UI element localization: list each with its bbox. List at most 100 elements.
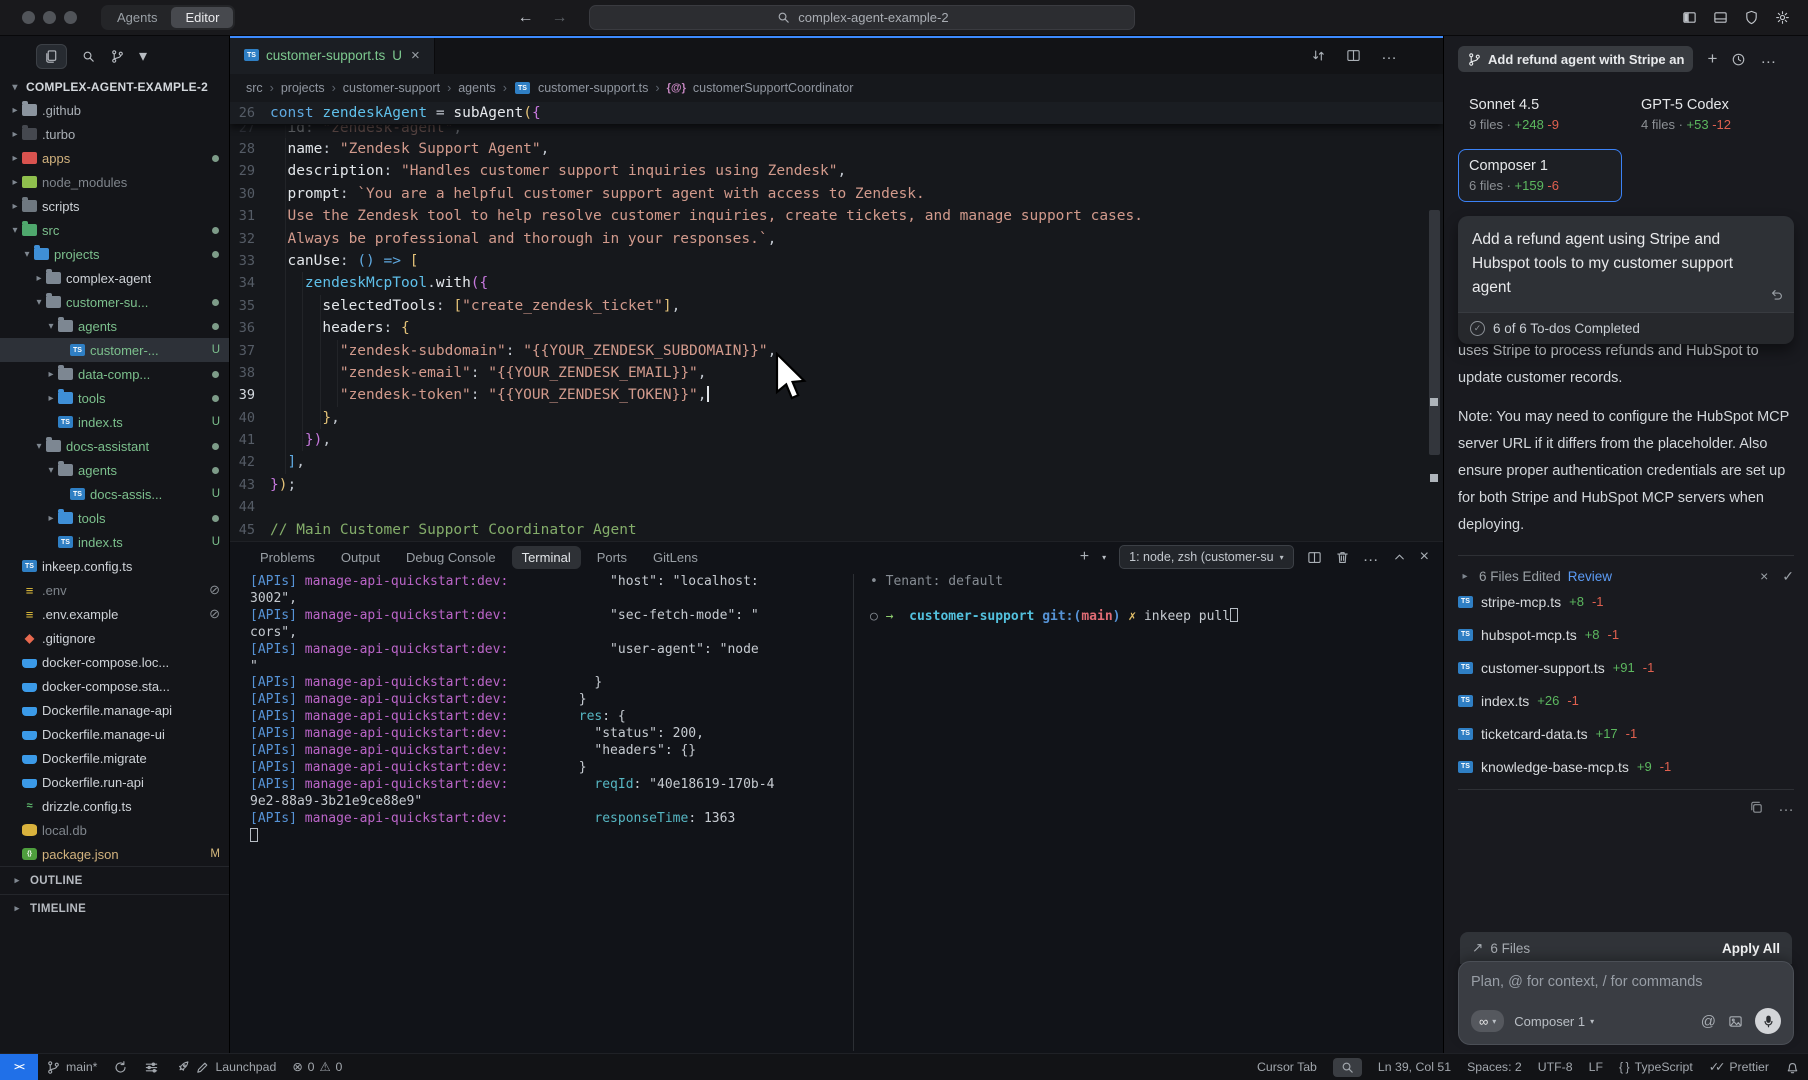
code-line[interactable]: 27 id: "zendesk-agent", — [230, 125, 1443, 138]
edited-file-row[interactable]: TSindex.ts+26-1 — [1458, 684, 1794, 717]
panel-tab-output[interactable]: Output — [331, 546, 390, 569]
editor-tab[interactable]: TS customer-support.ts U × — [230, 36, 435, 74]
tree-item[interactable]: ▸scripts — [0, 194, 229, 218]
code-line[interactable]: 36 headers: { — [230, 317, 1443, 339]
cursor-position-item[interactable]: Ln 39, Col 51 — [1370, 1054, 1459, 1080]
close-icon[interactable]: × — [411, 47, 420, 64]
project-root-row[interactable]: ▾ COMPLEX-AGENT-EXAMPLE-2 — [0, 76, 229, 98]
tree-item[interactable]: Dockerfile.migrate — [0, 746, 229, 770]
tree-item[interactable]: ▾projects — [0, 242, 229, 266]
tree-item[interactable]: ▸.github — [0, 98, 229, 122]
sidebar-section-outline[interactable]: ▸OUTLINE — [0, 866, 229, 894]
zoom-indicator[interactable] — [1333, 1058, 1362, 1077]
kill-terminal-icon[interactable] — [1335, 550, 1350, 565]
more-actions-icon[interactable]: … — [1778, 798, 1794, 816]
traffic-light-minimize[interactable] — [43, 11, 56, 24]
code-line[interactable]: 31 Use the Zendesk tool to help resolve … — [230, 205, 1443, 227]
sidebar-search-icon[interactable] — [81, 49, 96, 64]
close-panel-icon[interactable]: × — [1420, 548, 1429, 566]
tree-item[interactable]: ▸apps — [0, 146, 229, 170]
history-icon[interactable] — [1731, 52, 1746, 67]
code-line[interactable]: 33 canUse: () => [ — [230, 250, 1443, 272]
chevron-down-icon[interactable]: ▾ — [1102, 553, 1106, 562]
tree-item[interactable]: Dockerfile.manage-ui — [0, 722, 229, 746]
mode-select[interactable]: ∞ ▾ — [1471, 1010, 1504, 1032]
terminal-pane-divider[interactable] — [853, 574, 854, 1051]
panel-tab-gitlens[interactable]: GitLens — [643, 546, 708, 569]
chat-thread-title[interactable]: Add refund agent with Stripe an — [1458, 46, 1693, 72]
panel-tab-problems[interactable]: Problems — [250, 546, 325, 569]
tab-agents[interactable]: Agents — [103, 7, 171, 28]
problems-item[interactable]: ⊗ 0 ⚠ 0 — [284, 1054, 350, 1080]
back-icon[interactable]: ← — [517, 9, 533, 27]
user-message[interactable]: Add a refund agent using Stripe and Hubs… — [1458, 216, 1794, 312]
code-line[interactable]: 39 "zendesk-token": "{{YOUR_ZENDESK_TOKE… — [230, 384, 1443, 406]
settings-gear-icon[interactable] — [1775, 10, 1790, 25]
edited-file-row[interactable]: TShubspot-mcp.ts+8-1 — [1458, 618, 1794, 651]
code-line[interactable]: 37 "zendesk-subdomain": "{{YOUR_ZENDESK_… — [230, 340, 1443, 362]
code-line[interactable]: 42 ], — [230, 451, 1443, 473]
code-line[interactable]: 35 selectedTools: ["create_zendesk_ticke… — [230, 295, 1443, 317]
traffic-light-close[interactable] — [22, 11, 35, 24]
restore-checkpoint-icon[interactable] — [1769, 287, 1784, 302]
tree-item[interactable]: TSinkeep.config.ts — [0, 554, 229, 578]
code-line[interactable]: 38 "zendesk-email": "{{YOUR_ZENDESK_EMAI… — [230, 362, 1443, 384]
accept-all-icon[interactable]: ✓ — [1782, 568, 1794, 585]
indentation-item[interactable]: Spaces: 2 — [1459, 1054, 1530, 1080]
tree-item[interactable]: ▸node_modules — [0, 170, 229, 194]
tree-item[interactable]: local.db — [0, 818, 229, 842]
more-actions-icon[interactable]: … — [1363, 548, 1379, 566]
split-editor-icon[interactable] — [1346, 48, 1361, 63]
new-terminal-icon[interactable]: + — [1080, 548, 1089, 566]
tree-item[interactable]: {}package.jsonM — [0, 842, 229, 866]
maximize-panel-icon[interactable] — [1392, 550, 1407, 565]
tree-item[interactable]: TScustomer-...U — [0, 338, 229, 362]
terminal[interactable]: [APIs] manage-api-quickstart:dev: "host"… — [250, 574, 1443, 1051]
breadcrumb-item[interactable]: customerSupportCoordinator — [693, 81, 854, 95]
tree-item[interactable]: TSdocs-assis...U — [0, 482, 229, 506]
voice-input-button[interactable] — [1755, 1008, 1781, 1034]
editor-scrollbar[interactable] — [1429, 210, 1440, 455]
forward-icon[interactable]: → — [551, 9, 567, 27]
tree-item[interactable]: docker-compose.sta... — [0, 674, 229, 698]
tree-item[interactable]: ▸data-comp... — [0, 362, 229, 386]
breadcrumb-item[interactable]: customer-support.ts — [538, 81, 648, 95]
more-actions-icon[interactable]: … — [1760, 50, 1776, 68]
code-line[interactable]: 30 prompt: `You are a helpful customer s… — [230, 183, 1443, 205]
code-line[interactable]: 44 — [230, 496, 1443, 518]
code-editor[interactable]: 26const zendeskAgent = subAgent({ 27 id:… — [230, 102, 1443, 541]
breadcrumb-item[interactable]: projects — [281, 81, 325, 95]
sliders-icon[interactable] — [136, 1054, 167, 1080]
tree-item[interactable]: ▾customer-su... — [0, 290, 229, 314]
image-attach-icon[interactable] — [1728, 1014, 1743, 1029]
sync-icon[interactable] — [105, 1054, 136, 1080]
panel-tab-terminal[interactable]: Terminal — [512, 546, 581, 569]
code-line[interactable]: 43}); — [230, 474, 1443, 496]
more-actions-icon[interactable]: … — [1381, 46, 1397, 64]
layout-sidebar-icon[interactable] — [1682, 10, 1697, 25]
mention-icon[interactable]: @ — [1701, 1013, 1716, 1030]
tree-item[interactable]: ≡.env⊘ — [0, 578, 229, 602]
explorer-icon[interactable] — [36, 44, 67, 69]
language-item[interactable]: { } TypeScript — [1611, 1054, 1701, 1080]
edited-file-row[interactable]: TSknowledge-base-mcp.ts+9-1 — [1458, 750, 1794, 783]
todos-row[interactable]: ✓ 6 of 6 To-dos Completed — [1458, 312, 1794, 344]
search-input[interactable]: complex-agent-example-2 — [589, 5, 1135, 30]
chevron-down-icon[interactable]: ▾ — [139, 46, 147, 66]
eol-item[interactable]: LF — [1581, 1054, 1611, 1080]
code-line[interactable]: 45// Main Customer Support Coordinator A… — [230, 519, 1443, 541]
code-line[interactable]: 29 description: "Handles customer suppor… — [230, 160, 1443, 182]
code-line[interactable]: 40 }, — [230, 407, 1443, 429]
model-run-card[interactable]: Composer 16 files · +159 -6 — [1458, 149, 1622, 202]
model-run-card[interactable]: GPT-5 Codex4 files · +53 -12 — [1630, 88, 1794, 141]
tree-item[interactable]: ▸.turbo — [0, 122, 229, 146]
sidebar-section-timeline[interactable]: ▸TIMELINE — [0, 894, 229, 922]
model-run-card[interactable]: Sonnet 4.59 files · +248 -9 — [1458, 88, 1622, 141]
tree-item[interactable]: ▾agents — [0, 314, 229, 338]
reject-all-icon[interactable]: × — [1760, 568, 1768, 585]
tree-item[interactable]: TSindex.tsU — [0, 410, 229, 434]
traffic-light-zoom[interactable] — [64, 11, 77, 24]
split-terminal-icon[interactable] — [1307, 550, 1322, 565]
tree-item[interactable]: ≈drizzle.config.ts — [0, 794, 229, 818]
tree-item[interactable]: ≡.env.example⊘ — [0, 602, 229, 626]
